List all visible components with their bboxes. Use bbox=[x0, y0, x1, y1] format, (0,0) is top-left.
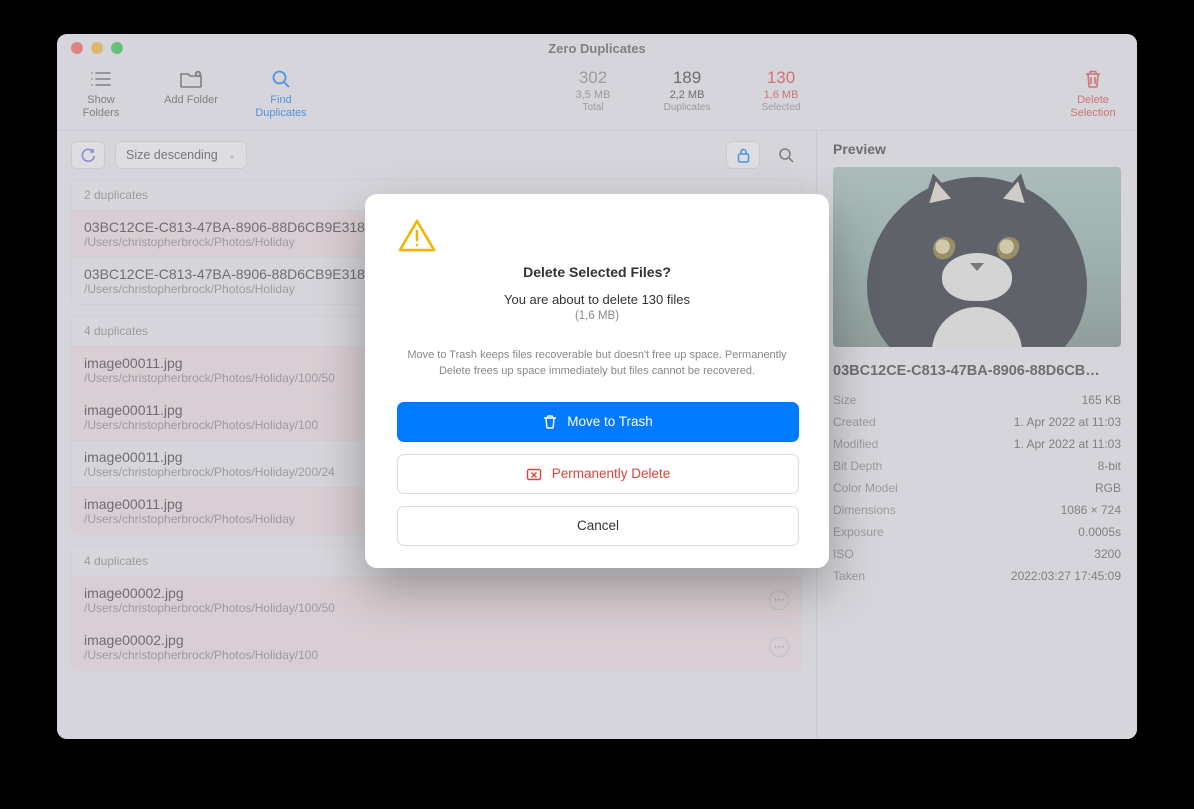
dialog-title: Delete Selected Files? bbox=[397, 264, 797, 280]
move-to-trash-label: Move to Trash bbox=[567, 414, 653, 429]
permanently-delete-label: Permanently Delete bbox=[552, 466, 671, 481]
permanently-delete-button[interactable]: Permanently Delete bbox=[397, 454, 799, 494]
dialog-message: You are about to delete 130 files bbox=[397, 292, 797, 307]
delete-dialog: Delete Selected Files? You are about to … bbox=[365, 194, 829, 568]
app-window: Zero Duplicates ShowFolders Add Folder F… bbox=[57, 34, 1137, 739]
dialog-help-text: Move to Trash keeps files recoverable bu… bbox=[405, 348, 789, 380]
cancel-button[interactable]: Cancel bbox=[397, 506, 799, 546]
warning-icon bbox=[397, 218, 797, 254]
modal-overlay: Delete Selected Files? You are about to … bbox=[57, 34, 1137, 739]
delete-forever-icon bbox=[526, 467, 542, 481]
move-to-trash-button[interactable]: Move to Trash bbox=[397, 402, 799, 442]
dialog-subtitle: (1,6 MB) bbox=[397, 310, 797, 322]
trash-icon bbox=[543, 414, 557, 430]
cancel-label: Cancel bbox=[577, 518, 619, 533]
